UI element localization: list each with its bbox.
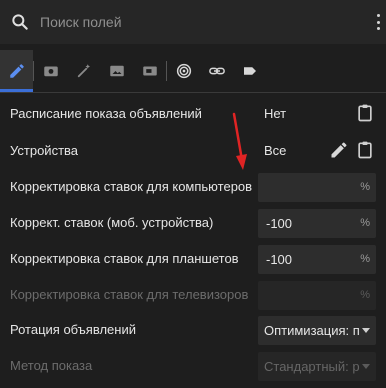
desktop-bid-input[interactable]: % (258, 173, 376, 202)
pencil-icon (9, 64, 24, 78)
label-icon (243, 67, 256, 75)
delivery-method-value: Стандартный: р (264, 359, 360, 374)
caret-down-icon (362, 364, 370, 369)
tab-video[interactable] (133, 50, 166, 92)
camera-icon (43, 66, 58, 77)
clipboard-icon[interactable] (355, 103, 375, 123)
annotation-arrow-icon (232, 112, 247, 170)
tablet-bid-input[interactable]: -100 % (258, 245, 376, 274)
mobile-bid-input[interactable]: -100 % (258, 209, 376, 238)
percent-suffix: % (360, 217, 370, 229)
mobile-bid-value: -100 (266, 216, 293, 231)
devices-value: Все (264, 143, 287, 158)
search-bar (0, 0, 386, 44)
tablet-bid-label: Корректировка ставок для планшетов (10, 251, 239, 266)
tablet-bid-value: -100 (266, 252, 293, 267)
more-options-icon[interactable] (376, 14, 380, 30)
mobile-bid-label: Коррект. ставок (моб. устройства) (10, 215, 214, 230)
percent-suffix: % (360, 181, 370, 193)
magic-wand-icon (77, 64, 90, 78)
row-devices: Устройства Все (0, 134, 386, 170)
ad-schedule-value: Нет (264, 106, 287, 121)
percent-suffix: % (360, 253, 370, 265)
target-icon (176, 63, 191, 79)
desktop-bid-label: Корректировка ставок для компьютеров (10, 179, 253, 194)
ad-schedule-label: Расписание показа объявлений (10, 106, 202, 121)
tv-bid-label: Корректировка ставок для телевизоров (10, 287, 249, 302)
tabs-divider (0, 92, 386, 93)
row-mobile-bid-adjustment: Коррект. ставок (моб. устройства) -100 % (0, 206, 386, 242)
ad-rotation-select[interactable]: Оптимизация: п (258, 316, 376, 345)
image-icon (109, 65, 124, 77)
clipboard-icon[interactable] (355, 140, 375, 160)
row-tablet-bid-adjustment: Корректировка ставок для планшетов -100 … (0, 242, 386, 278)
devices-label: Устройства (10, 143, 79, 158)
tab-image[interactable] (100, 50, 133, 92)
percent-suffix: % (360, 289, 370, 301)
tab-magic[interactable] (67, 50, 100, 92)
tab-label[interactable] (233, 50, 266, 92)
tab-edit[interactable] (0, 50, 33, 92)
caret-down-icon (362, 328, 370, 333)
search-input[interactable] (40, 11, 340, 33)
ad-rotation-value: Оптимизация: п (264, 323, 360, 338)
row-tv-bid-adjustment: Корректировка ставок для телевизоров % (0, 278, 386, 314)
delivery-method-select: Стандартный: р (258, 352, 376, 381)
tab-target[interactable] (167, 50, 200, 92)
tab-link[interactable] (200, 50, 233, 92)
delivery-method-label: Метод показа (10, 358, 93, 373)
row-ad-schedule: Расписание показа объявлений Нет (0, 97, 386, 133)
pencil-icon[interactable] (329, 140, 349, 160)
video-icon (142, 66, 157, 76)
row-ad-rotation: Ротация объявлений Оптимизация: п (0, 313, 386, 349)
tv-bid-input: % (258, 281, 376, 310)
tab-camera[interactable] (34, 50, 67, 92)
row-delivery-method: Метод показа Стандартный: р (0, 349, 386, 385)
ad-rotation-label: Ротация объявлений (10, 322, 136, 337)
row-desktop-bid-adjustment: Корректировка ставок для компьютеров % (0, 170, 386, 206)
search-icon (12, 14, 28, 30)
tab-bar (0, 50, 386, 92)
link-icon (208, 67, 225, 75)
